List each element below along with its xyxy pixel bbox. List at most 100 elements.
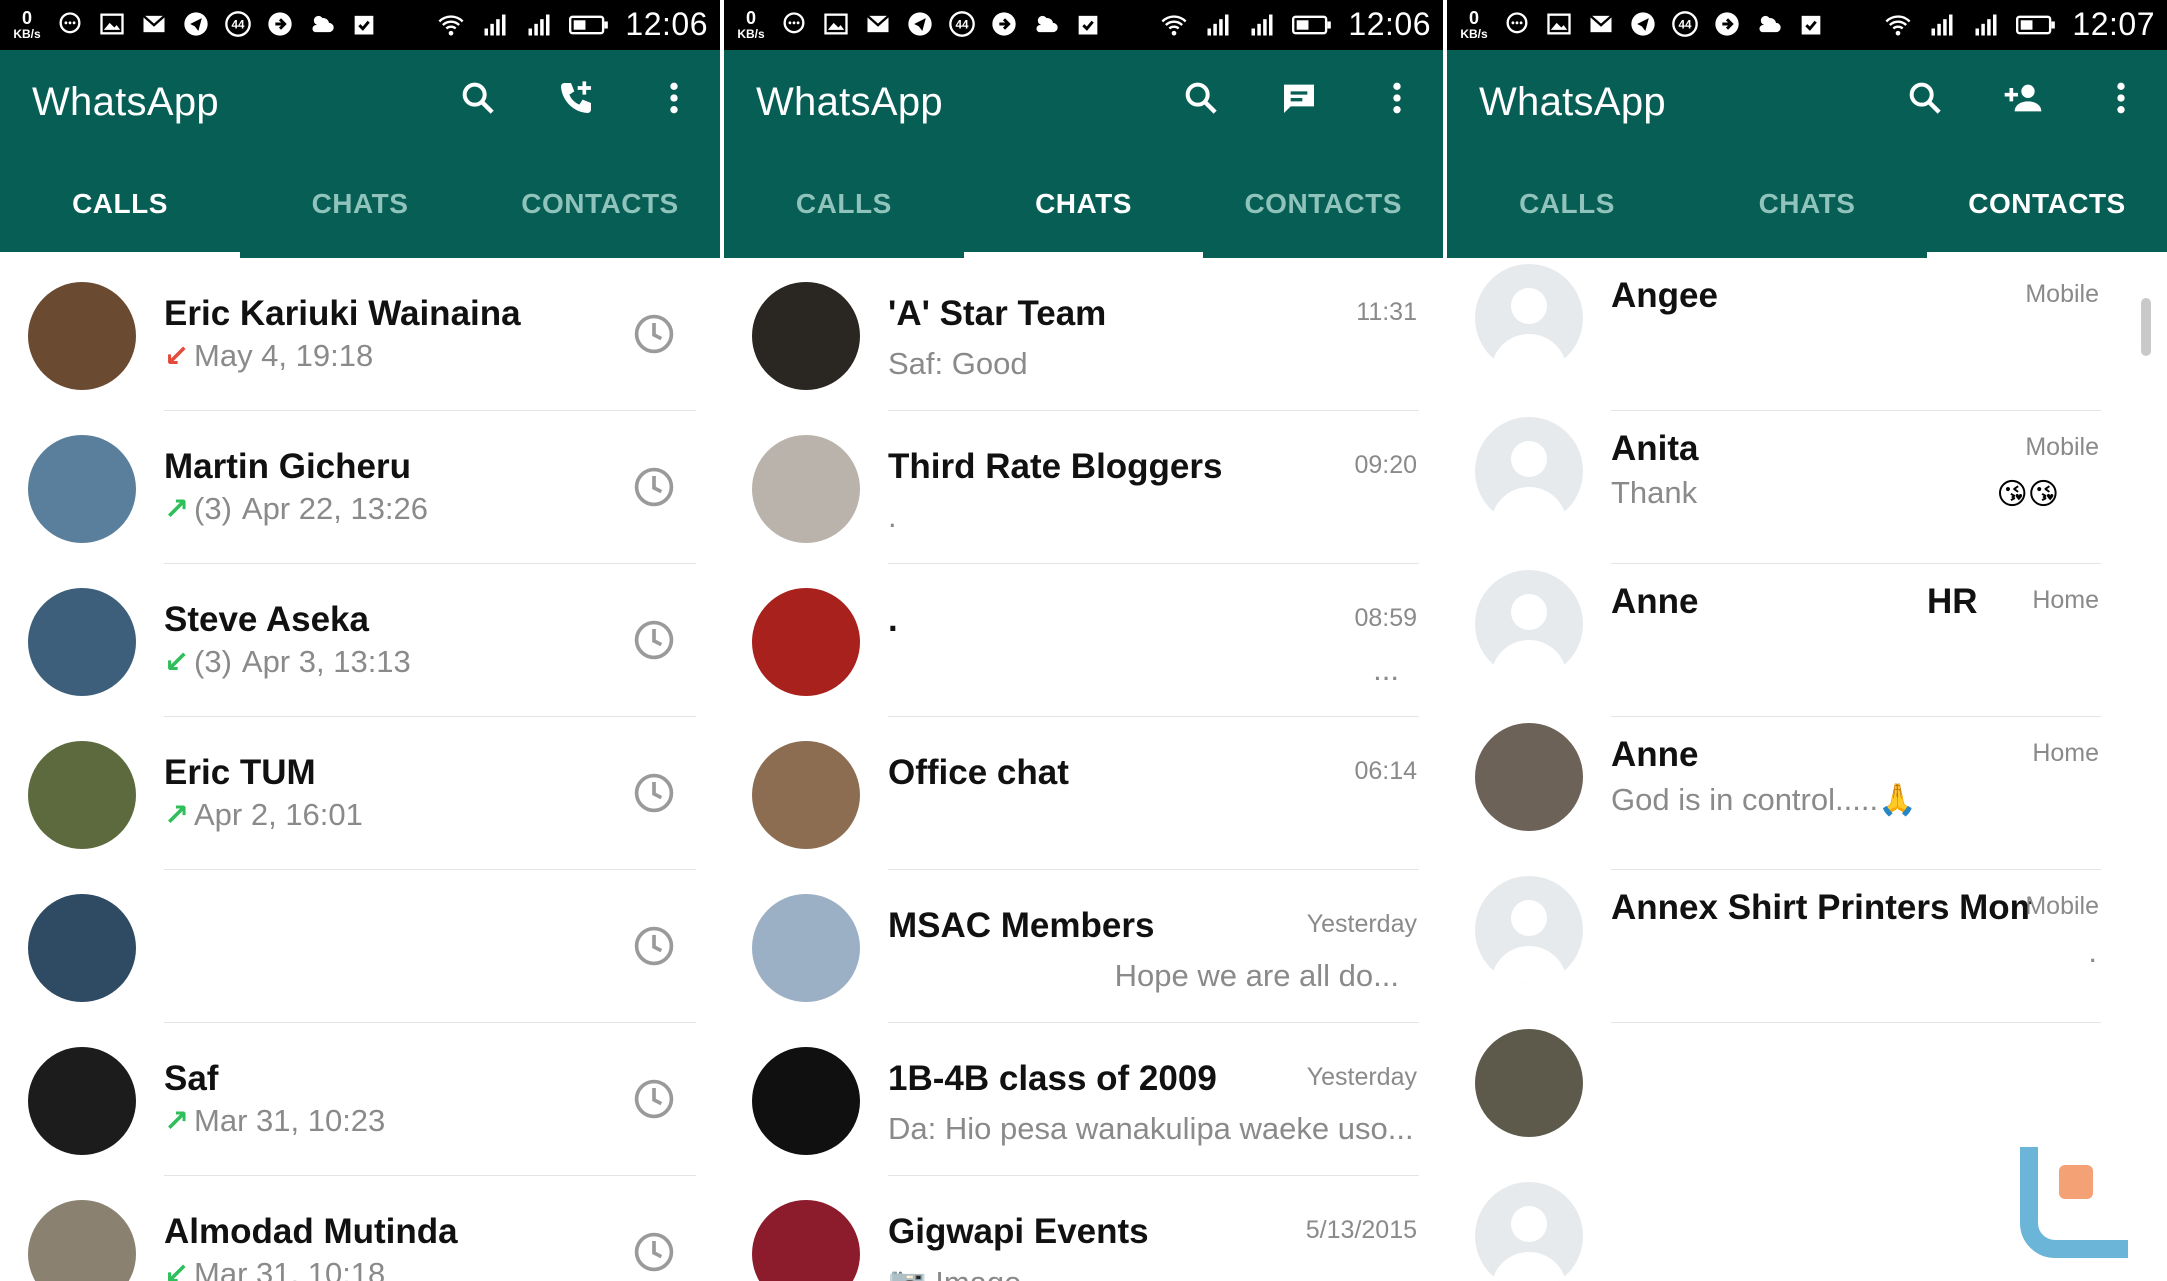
tab-contacts[interactable]: CONTACTS: [480, 150, 720, 258]
contact-avatar[interactable]: [1475, 876, 1583, 984]
tab-contacts[interactable]: CONTACTS: [1203, 150, 1443, 258]
contact-avatar[interactable]: [1475, 723, 1583, 831]
call-row[interactable]: Almodad Mutinda ↙ Mar 31, 10:18: [0, 1176, 720, 1281]
chat-row[interactable]: MSAC Members Yesterday Hope we are all do.…: [724, 870, 1443, 1023]
chat-row[interactable]: Gigwapi Events 5/13/2015 📷 Image: [724, 1176, 1443, 1281]
chat-name: 'A' Star Team: [888, 294, 1107, 333]
clock-icon[interactable]: [632, 618, 676, 662]
contact-avatar[interactable]: [1475, 1182, 1583, 1281]
signal-2-icon: [525, 11, 553, 39]
new-chat-icon[interactable]: [1277, 76, 1321, 120]
call-row[interactable]: Saf ↗ Mar 31, 10:23: [0, 1023, 720, 1176]
network-speed: 0 KB/s: [1460, 8, 1488, 41]
call-row[interactable]: [0, 870, 720, 1023]
contact-status: God is in control.....🙏: [1611, 782, 1917, 817]
contact-avatar[interactable]: [1475, 570, 1583, 678]
call-row[interactable]: Eric Kariuki Wainaina ↙ May 4, 19:18: [0, 258, 720, 411]
contact-avatar[interactable]: [28, 1200, 136, 1281]
chat-avatar[interactable]: [752, 588, 860, 696]
call-row[interactable]: Steve Aseka ↙ (3) Apr 3, 13:13: [0, 564, 720, 717]
clock-icon[interactable]: [632, 1230, 676, 1274]
contact-row[interactable]: Anne Home God is in control.....🙏: [1447, 717, 2167, 870]
missed-call-icon: ↙: [164, 340, 190, 373]
contact-avatar[interactable]: [1475, 1029, 1583, 1137]
camera-icon: 📷: [888, 1265, 935, 1281]
search-icon[interactable]: [456, 76, 500, 120]
chat-bubble-icon: [56, 10, 84, 38]
call-datetime: Apr 2, 16:01: [194, 797, 363, 832]
tab-calls[interactable]: CALLS: [724, 150, 964, 258]
call-datetime: Apr 3, 13:13: [241, 644, 411, 679]
tab-chats[interactable]: CHATS: [1687, 150, 1927, 258]
contact-avatar[interactable]: [28, 741, 136, 849]
signal-icon: [1204, 11, 1232, 39]
tab-calls[interactable]: CALLS: [1447, 150, 1687, 258]
image-icon: [98, 10, 126, 38]
contact-row[interactable]: Annex Shirt Printers Mom... Mobile.: [1447, 870, 2167, 1023]
contact-avatar[interactable]: [28, 282, 136, 390]
scrollbar[interactable]: [2141, 298, 2151, 356]
telegram-icon: [182, 10, 210, 38]
chat-name: .: [888, 600, 898, 639]
chat-row[interactable]: Office chat 06:14: [724, 717, 1443, 870]
app-bar: WhatsApp: [1447, 50, 2167, 150]
tab-bar: CALLS CHATS CONTACTS: [0, 150, 720, 258]
contact-avatar[interactable]: [28, 588, 136, 696]
chat-row[interactable]: . 08:59...: [724, 564, 1443, 717]
chat-avatar[interactable]: [752, 282, 860, 390]
watermark-logo-icon: [2020, 1147, 2128, 1258]
contact-row[interactable]: Anita Mobile Thank 😘😘: [1447, 411, 2167, 564]
clock-icon[interactable]: [632, 771, 676, 815]
contact-avatar[interactable]: [1475, 417, 1583, 525]
contact-avatar[interactable]: [28, 435, 136, 543]
clock-icon[interactable]: [632, 465, 676, 509]
chat-row[interactable]: 'A' Star Team 11:31 Saf: Good: [724, 258, 1443, 411]
clock-icon[interactable]: [632, 312, 676, 356]
chat-avatar[interactable]: [752, 741, 860, 849]
tab-chats[interactable]: CHATS: [963, 150, 1204, 258]
chat-avatar[interactable]: [752, 1200, 860, 1281]
calls-screen: 0 KB/s 44 12:06 WhatsApp CALLS CHATS CON…: [0, 0, 720, 1281]
call-row[interactable]: Martin Gicheru ↗ (3) Apr 22, 13:26: [0, 411, 720, 564]
chat-bubble-icon: [780, 10, 808, 38]
caller-name: Steve Aseka: [164, 600, 369, 639]
new-call-icon[interactable]: [554, 76, 598, 120]
status-bar: 0 KB/s 44 12:07: [1447, 0, 2167, 50]
more-options-icon[interactable]: [652, 76, 696, 120]
tab-chats[interactable]: CHATS: [240, 150, 480, 258]
chat-row[interactable]: 1B-4B class of 2009 Yesterday Da: Hio pesa…: [724, 1023, 1443, 1176]
contact-status: Thank: [1611, 475, 1698, 510]
tab-calls[interactable]: CALLS: [0, 150, 240, 258]
contacts-list: Angee Mobile Anita Mobile Thank 😘😘 Anne Home HR A…: [1447, 258, 2167, 1281]
wifi-icon: [1160, 11, 1188, 39]
clipboard-check-icon: [350, 10, 378, 38]
contact-emoji: 😘😘: [1996, 478, 2059, 511]
chat-preview: .: [888, 499, 897, 534]
chat-avatar[interactable]: [752, 894, 860, 1002]
contact-avatar[interactable]: [28, 894, 136, 1002]
clipboard-check-icon: [1074, 10, 1102, 38]
clock-icon[interactable]: [632, 1077, 676, 1121]
add-contact-icon[interactable]: [2001, 76, 2045, 120]
contact-avatar[interactable]: [1475, 264, 1583, 372]
tab-contacts[interactable]: CONTACTS: [1927, 150, 2167, 258]
chat-row[interactable]: Third Rate Bloggers 09:20.: [724, 411, 1443, 564]
notification-count-icon: 44: [224, 10, 252, 38]
contact-avatar[interactable]: [28, 1047, 136, 1155]
clock-icon[interactable]: [632, 924, 676, 968]
chat-avatar[interactable]: [752, 435, 860, 543]
notification-count-icon: 44: [948, 10, 976, 38]
chat-avatar[interactable]: [752, 1047, 860, 1155]
more-options-icon[interactable]: [1375, 76, 1419, 120]
call-row[interactable]: Eric TUM ↗ Apr 2, 16:01: [0, 717, 720, 870]
chat-name: 1B-4B class of 2009: [888, 1059, 1217, 1098]
gmail-icon: [140, 10, 168, 38]
search-icon[interactable]: [1179, 76, 1223, 120]
app-bar: WhatsApp: [724, 50, 1443, 150]
contact-row[interactable]: Angee Mobile: [1447, 258, 2167, 411]
more-options-icon[interactable]: [2099, 76, 2143, 120]
call-count: (3): [194, 644, 232, 679]
contact-row[interactable]: Anne Home HR: [1447, 564, 2167, 717]
contact-name: Anita: [1611, 429, 1699, 468]
search-icon[interactable]: [1903, 76, 1947, 120]
